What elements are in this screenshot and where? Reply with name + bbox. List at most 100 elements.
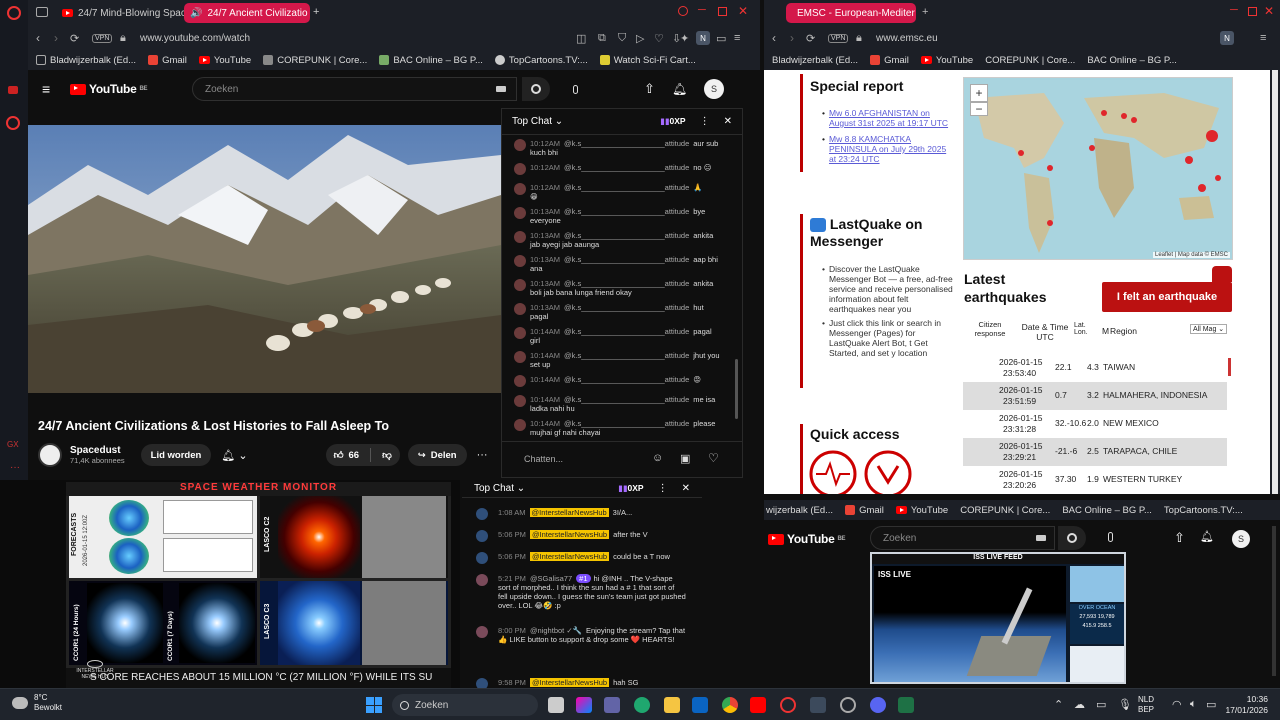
earthquake-row[interactable]: 2026-01-15 23:53:40 22.1 4.3 TAIWAN — [963, 354, 1227, 382]
message-author[interactable]: @k.s____________________attitude — [564, 231, 689, 240]
keyboard-icon[interactable] — [496, 86, 506, 92]
wifi-icon[interactable]: ◠ — [1172, 698, 1182, 711]
close-chat-icon[interactable]: ✕ — [682, 483, 690, 494]
volume-icon[interactable]: 🔈︎ — [1190, 698, 1197, 711]
scrollbar-2[interactable] — [1272, 526, 1276, 676]
bookmark-corepunk[interactable]: COREPUNK | Core... — [960, 505, 1050, 516]
menu-icon[interactable]: ≡ — [734, 32, 740, 44]
bookmark-youtube[interactable]: YouTube — [198, 55, 251, 66]
zoom-out-button[interactable]: − — [970, 102, 988, 116]
user-avatar[interactable] — [476, 678, 488, 688]
back-icon[interactable]: ‹ — [36, 31, 40, 45]
clock[interactable]: 10:36 17/01/2026 — [1222, 694, 1268, 716]
upload-icon[interactable]: ⇧ — [644, 81, 655, 97]
super-chat-icon[interactable]: ▣ — [680, 452, 690, 465]
message-author[interactable]: @SGalisa77 — [530, 574, 572, 583]
channel-name[interactable]: Spacedust — [70, 445, 125, 456]
tab-ancient[interactable]: 🔊 24/7 Ancient Civilizatio ✕ — [184, 3, 310, 23]
url-field[interactable]: www.youtube.com/watch — [140, 33, 250, 44]
message-author[interactable]: @k.s____________________attitude — [564, 183, 689, 192]
close-chat-icon[interactable]: ✕ — [724, 116, 732, 127]
bell-icon[interactable]: 🔔︎ — [1200, 530, 1214, 543]
excel-icon[interactable] — [898, 697, 914, 713]
dislike-icon[interactable]: 👎︎ — [382, 449, 392, 461]
vpn-badge[interactable]: VPN — [828, 33, 849, 43]
file-explorer-icon[interactable] — [664, 697, 680, 713]
user-avatar[interactable] — [514, 207, 526, 219]
user-avatar[interactable] — [514, 419, 526, 431]
bookmark-corepunk[interactable]: COREPUNK | Core... — [263, 55, 367, 66]
user-avatar[interactable] — [514, 279, 526, 291]
message-author[interactable]: @k.s____________________attitude — [564, 395, 689, 404]
sidebar-clock-icon[interactable] — [6, 116, 20, 130]
message-author[interactable]: @k.s____________________attitude — [564, 279, 689, 288]
shield-icon[interactable]: ⛉ — [618, 32, 626, 45]
maximize-icon[interactable] — [1248, 7, 1257, 16]
search-tabs-icon[interactable] — [678, 6, 688, 16]
bookmark-bac[interactable]: BAC Online – BG P... — [1062, 505, 1152, 516]
teams-icon[interactable] — [604, 697, 620, 713]
search-button[interactable] — [1058, 526, 1086, 550]
bell-icon[interactable]: 🔔︎ — [672, 82, 687, 96]
user-avatar[interactable] — [514, 327, 526, 339]
reload-icon[interactable]: ⟳ — [70, 32, 79, 45]
weather-widget[interactable]: 8°C Bewolkt — [12, 693, 62, 713]
mic-icon[interactable] — [1108, 532, 1113, 542]
bookmark-bac[interactable]: BAC Online – BG P... — [379, 55, 483, 66]
more-actions-icon[interactable]: ··· — [477, 449, 488, 461]
user-avatar[interactable] — [476, 508, 488, 520]
opera-logo-icon[interactable] — [7, 6, 21, 20]
report-link[interactable]: Mw 8.8 KAMCHATKA PENINSULA on July 29th … — [829, 134, 952, 164]
start-button[interactable] — [366, 697, 382, 713]
magnitude-filter[interactable]: All Mag ⌄ — [1190, 324, 1228, 334]
youtube-logo[interactable]: YouTube BE — [768, 532, 845, 546]
chat-scrollbar[interactable] — [735, 359, 738, 419]
bookmark-corepunk[interactable]: COREPUNK | Core... — [985, 55, 1075, 66]
search-input[interactable]: Zoeken — [192, 77, 517, 101]
edge-icon[interactable] — [634, 697, 650, 713]
upload-icon[interactable]: ⇧ — [1174, 530, 1185, 546]
message-author[interactable]: @InterstellarNewsHub — [529, 552, 610, 561]
message-author[interactable]: @k.s____________________attitude — [564, 419, 689, 428]
taskbar-search[interactable]: Zoeken — [392, 694, 538, 716]
task-view-icon[interactable] — [548, 697, 564, 713]
user-avatar[interactable] — [514, 375, 526, 387]
chat-input[interactable]: Chatten... — [524, 454, 563, 464]
quick-access-icons[interactable] — [808, 444, 928, 494]
close-window-icon[interactable]: ✕ — [1264, 4, 1274, 18]
notify-bell-icon[interactable]: 🔔︎ ⌄ — [221, 449, 247, 462]
touchpad-icon[interactable]: ▭ — [1096, 698, 1106, 711]
new-tab-icon[interactable]: + — [922, 6, 928, 18]
bookmark-bac[interactable]: BAC Online – BG P... — [1087, 55, 1177, 66]
tray-chevron-icon[interactable]: ⌃ — [1054, 698, 1063, 711]
like-icon[interactable]: 👍︎ — [334, 449, 344, 461]
earthquake-row[interactable]: 2026-01-15 23:20:26 37.30 1.9 WESTERN TURKEY — [963, 466, 1227, 494]
user-avatar[interactable] — [514, 139, 526, 151]
bookmark-topcartoons[interactable]: TopCartoons.TV:... — [494, 55, 588, 66]
snapshot-icon[interactable]: ⧉ — [598, 32, 606, 45]
tab-menu-icon[interactable] — [36, 7, 48, 17]
onedrive-icon[interactable]: ☁ — [1074, 698, 1085, 711]
tab-emsc[interactable]: EMSC - European-Mediter ✕ — [786, 3, 916, 23]
emoji-icon[interactable]: ☺ — [652, 452, 663, 464]
page-scrollbar[interactable] — [1272, 70, 1278, 494]
chat-more-icon[interactable]: ⋮ — [658, 483, 668, 494]
discord-icon[interactable] — [870, 697, 886, 713]
message-author[interactable]: @k.s____________________attitude — [564, 139, 689, 148]
bookmark-folder[interactable]: wijzerbalk (Ed... — [766, 505, 833, 516]
user-avatar[interactable] — [514, 255, 526, 267]
bookmark-topcartoons[interactable]: TopCartoons.TV:... — [1164, 505, 1243, 516]
chat-mode-dropdown[interactable]: Top Chat ⌄ — [474, 483, 525, 494]
message-author[interactable]: @k.s____________________attitude — [564, 327, 689, 336]
message-author[interactable]: @nightbot ✓🔧 — [530, 626, 582, 635]
share-button[interactable]: ↪ Delen — [407, 444, 467, 466]
forward-icon[interactable]: › — [54, 31, 58, 45]
bookmark-gmail[interactable]: Gmail — [845, 505, 884, 516]
bookmark-folder[interactable]: Bladwijzerbalk (Ed... — [36, 55, 136, 66]
message-author[interactable]: @InterstellarNewsHub — [529, 508, 609, 517]
menu-icon[interactable]: ≡ — [1260, 32, 1266, 44]
points-badge[interactable]: ▮▮0XP — [660, 116, 685, 127]
zoom-in-button[interactable]: + — [970, 84, 988, 102]
message-author[interactable]: @k.s____________________attitude — [564, 163, 689, 172]
avatar[interactable]: S — [704, 79, 724, 99]
